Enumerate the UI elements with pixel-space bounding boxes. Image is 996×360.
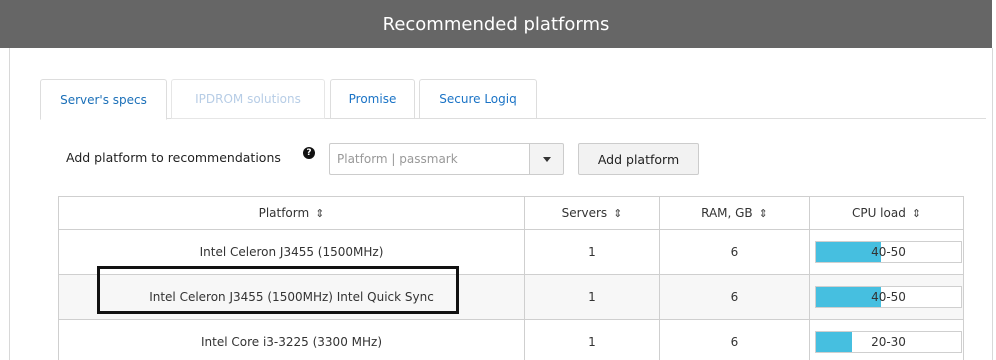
platforms-table: Platform ⇕ Servers ⇕ RAM, GB ⇕ CPU load ⇕ In… — [58, 196, 964, 360]
platform-cell: Intel Celeron J3455 (1500MHz) — [58, 229, 525, 275]
cpu-load-bar: 40-50 — [815, 241, 962, 263]
tab-servers-specs[interactable]: Server's specs — [40, 79, 167, 120]
tab-secure-logiq[interactable]: Secure Logiq — [419, 79, 537, 119]
cpu-load-value: 40-50 — [871, 245, 906, 259]
platform-cell: Intel Celeron J3455 (1500MHz) Intel Quic… — [58, 274, 525, 320]
table-row[interactable]: Intel Core i3-3225 (3300 MHz) 1 6 20-30 — [58, 319, 964, 360]
cpu-load-bar: 20-30 — [815, 331, 962, 353]
column-header-platform[interactable]: Platform ⇕ — [58, 196, 525, 230]
table-row[interactable]: Intel Celeron J3455 (1500MHz) Intel Quic… — [58, 274, 964, 320]
column-header-label: Servers — [561, 206, 608, 220]
recommended-platforms-panel: Recommended platforms Server's specs IPD… — [0, 0, 996, 360]
table-header-row: Platform ⇕ Servers ⇕ RAM, GB ⇕ CPU load ⇕ — [58, 196, 964, 230]
tab-ipdrom-solutions[interactable]: IPDROM solutions — [171, 79, 325, 119]
platform-search-input[interactable] — [329, 143, 529, 175]
title-bar: Recommended platforms — [0, 0, 992, 48]
cpu-load-bar: 40-50 — [815, 286, 962, 308]
sort-icon: ⇕ — [911, 207, 922, 220]
column-header-cpu-load[interactable]: CPU load ⇕ — [809, 196, 964, 230]
tab-label: Promise — [348, 92, 397, 106]
tab-promise[interactable]: Promise — [330, 79, 415, 119]
ram-cell: 6 — [659, 229, 810, 275]
servers-cell: 1 — [524, 229, 660, 275]
tab-label: IPDROM solutions — [195, 92, 301, 106]
column-header-servers[interactable]: Servers ⇕ — [524, 196, 660, 230]
tab-label: Secure Logiq — [439, 92, 517, 106]
add-platform-label: Add platform to recommendations — [66, 150, 281, 165]
cpu-load-cell: 40-50 — [809, 229, 964, 275]
tab-label: Server's specs — [60, 92, 147, 107]
table-row[interactable]: Intel Celeron J3455 (1500MHz) 1 6 40-50 — [58, 229, 964, 275]
column-header-label: RAM, GB — [701, 206, 753, 220]
servers-cell: 1 — [524, 274, 660, 320]
column-header-label: Platform — [258, 206, 310, 220]
cpu-load-value: 20-30 — [871, 335, 906, 349]
page-title: Recommended platforms — [382, 13, 610, 35]
column-header-label: CPU load — [851, 206, 906, 220]
caret-down-icon — [542, 156, 551, 162]
sort-icon: ⇕ — [613, 207, 623, 220]
panel-right-border — [992, 48, 993, 360]
platform-cell: Intel Core i3-3225 (3300 MHz) — [58, 319, 525, 360]
ram-cell: 6 — [659, 319, 810, 360]
cpu-load-cell: 40-50 — [809, 274, 964, 320]
sort-icon: ⇕ — [758, 207, 768, 220]
cpu-load-cell: 20-30 — [809, 319, 964, 360]
platform-dropdown-button[interactable] — [529, 143, 564, 175]
question-circle-icon[interactable]: ? — [303, 147, 315, 159]
ram-cell: 6 — [659, 274, 810, 320]
panel-left-border — [9, 48, 10, 360]
servers-cell: 1 — [524, 319, 660, 360]
sort-icon: ⇕ — [315, 207, 325, 220]
cpu-load-value: 40-50 — [871, 290, 906, 304]
add-platform-button[interactable]: Add platform — [578, 143, 699, 175]
column-header-ram[interactable]: RAM, GB ⇕ — [659, 196, 810, 230]
